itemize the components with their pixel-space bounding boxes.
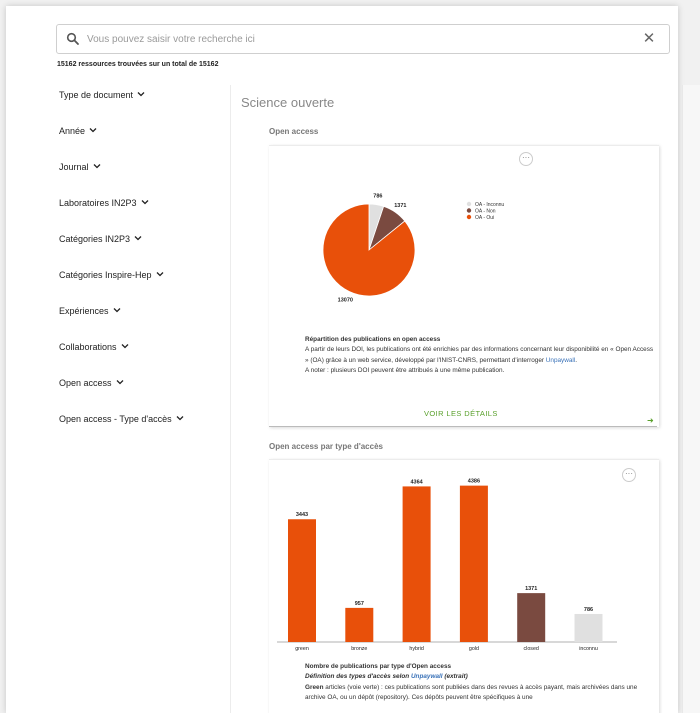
bar-closed[interactable] [517, 593, 546, 642]
divider [269, 426, 657, 427]
facet-label: Année [59, 126, 86, 136]
facet-label: Open access [59, 378, 112, 388]
facet-label: Open access - Type d'accès [59, 414, 172, 424]
facet-open-access[interactable]: Open access [59, 378, 229, 414]
facet-laboratoires[interactable]: Laboratoires IN2P3 [59, 198, 229, 234]
side-panel-edge [682, 85, 700, 713]
open-access-card: ··· 786 1371 13070 OA - Inconnu OA - Non OA -… [269, 145, 659, 427]
chevron-down-icon [93, 164, 100, 169]
description-text: A partir de leurs DOI, les publications … [305, 346, 654, 364]
bar-value-label: 957 [355, 601, 364, 607]
oa-type-bar-chart: 3443 green 957 bronze 4364 hybrid 4386 gold 1371… [277, 479, 617, 652]
bar-value-label: 3443 [296, 512, 308, 518]
x-tick-label: green [295, 646, 309, 652]
description-title: Répartition des publications en open acc… [305, 336, 441, 343]
facet-journal[interactable]: Journal [59, 162, 229, 198]
chevron-down-icon [121, 344, 129, 349]
description-text-end: . [575, 356, 578, 364]
more-options-icon[interactable]: ··· [519, 152, 533, 166]
chevron-down-icon [116, 380, 123, 385]
panel-title-oa-type: Open access par type d'accès [269, 442, 383, 451]
pie-data-label-2: 13070 [338, 298, 353, 304]
x-tick-label: closed [524, 646, 539, 652]
description-title: Nombre de publications par type d'Open a… [305, 663, 452, 670]
chevron-down-icon [113, 308, 120, 313]
facet-collaborations[interactable]: Collaborations [59, 342, 229, 378]
unpaywall-link[interactable]: Unpaywall [411, 673, 443, 680]
details-button[interactable]: VOIR LES DÉTAILS [424, 409, 498, 418]
chevron-down-icon [137, 92, 145, 97]
chevron-down-icon [156, 272, 164, 277]
facet-categories-in2p3[interactable]: Catégories IN2P3 [59, 234, 229, 270]
chevron-down-icon [176, 416, 184, 421]
bar-value-label: 1371 [525, 586, 537, 592]
main-content: Science ouverte Open access ··· 786 1371 1… [230, 85, 664, 713]
facet-open-access-type[interactable]: Open access - Type d'accès [59, 414, 229, 450]
facet-list: Type de document Année Journal Laboratoi… [59, 90, 229, 450]
unpaywall-link[interactable]: Unpaywall [546, 357, 575, 364]
facet-type-de-document[interactable]: Type de document [59, 90, 229, 126]
bar-value-label: 4364 [410, 479, 423, 485]
facet-label: Type de document [59, 90, 134, 100]
description-note: A noter : plusieurs DOI peuvent être att… [305, 367, 505, 375]
bar-green[interactable] [288, 519, 316, 642]
x-tick-label: hybrid [409, 646, 423, 652]
green-label: Green [305, 683, 324, 691]
definition-text-end: (extrait) [442, 673, 468, 681]
bar-value-label: 4386 [468, 479, 480, 485]
bar-bronze[interactable] [345, 607, 374, 642]
legend-marker-0 [466, 201, 472, 207]
oa-type-card: ··· 3443 green 957 bronze 4364 hybrid 4386 gold… [269, 459, 659, 713]
pie-data-label-0: 786 [373, 194, 382, 200]
oa-type-description: Nombre de publications par type d'Open a… [305, 662, 657, 704]
clear-search-icon[interactable]: ✕ [641, 31, 657, 47]
facet-label: Catégories IN2P3 [59, 234, 131, 244]
facet-label: Expériences [59, 306, 109, 316]
facet-label: Catégories Inspire-Hep [59, 270, 152, 280]
results-count: 15162 ressources trouvées sur un total d… [57, 61, 219, 68]
legend-label-0: OA - Inconnu [475, 202, 504, 208]
legend-marker-1 [466, 208, 472, 213]
section-title: Science ouverte [241, 95, 335, 110]
definition-text: Définition des types d'accès selon [305, 673, 411, 681]
facet-annee[interactable]: Année [59, 126, 229, 162]
facet-experiences[interactable]: Expériences [59, 306, 229, 342]
panel-title-open-access: Open access [269, 127, 319, 136]
legend-label-2: OA - Oui [475, 215, 494, 221]
facet-label: Collaborations [59, 342, 117, 352]
bar-inconnu[interactable] [574, 613, 603, 642]
bar-value-label: 786 [584, 607, 593, 613]
search-box[interactable]: ✕ [56, 24, 670, 54]
facet-label: Laboratoires IN2P3 [59, 198, 137, 208]
open-access-pie-chart: 786 1371 13070 OA - InconnuOA - NonOA - Oui [322, 194, 504, 304]
search-input[interactable] [87, 29, 627, 49]
bar-hybrid[interactable] [402, 486, 431, 642]
open-access-description: Répartition des publications en open acc… [305, 335, 657, 377]
chevron-down-icon [89, 128, 97, 133]
chevron-down-icon [141, 200, 149, 205]
green-text: articles (voie verte) : ces publications… [305, 683, 638, 702]
bar-gold[interactable] [459, 485, 488, 642]
legend-marker-2 [466, 214, 472, 220]
arrow-right-icon[interactable]: ➜ [647, 416, 654, 425]
pie-data-label-1: 1371 [394, 203, 406, 209]
x-tick-label: bronze [351, 646, 367, 652]
search-icon [66, 32, 79, 45]
facet-categories-inspire[interactable]: Catégories Inspire-Hep [59, 270, 229, 306]
x-tick-label: inconnu [579, 646, 598, 652]
legend-label-1: OA - Non [475, 209, 496, 215]
facet-label: Journal [59, 162, 89, 172]
x-tick-label: gold [469, 646, 479, 652]
chevron-down-icon [134, 236, 142, 241]
